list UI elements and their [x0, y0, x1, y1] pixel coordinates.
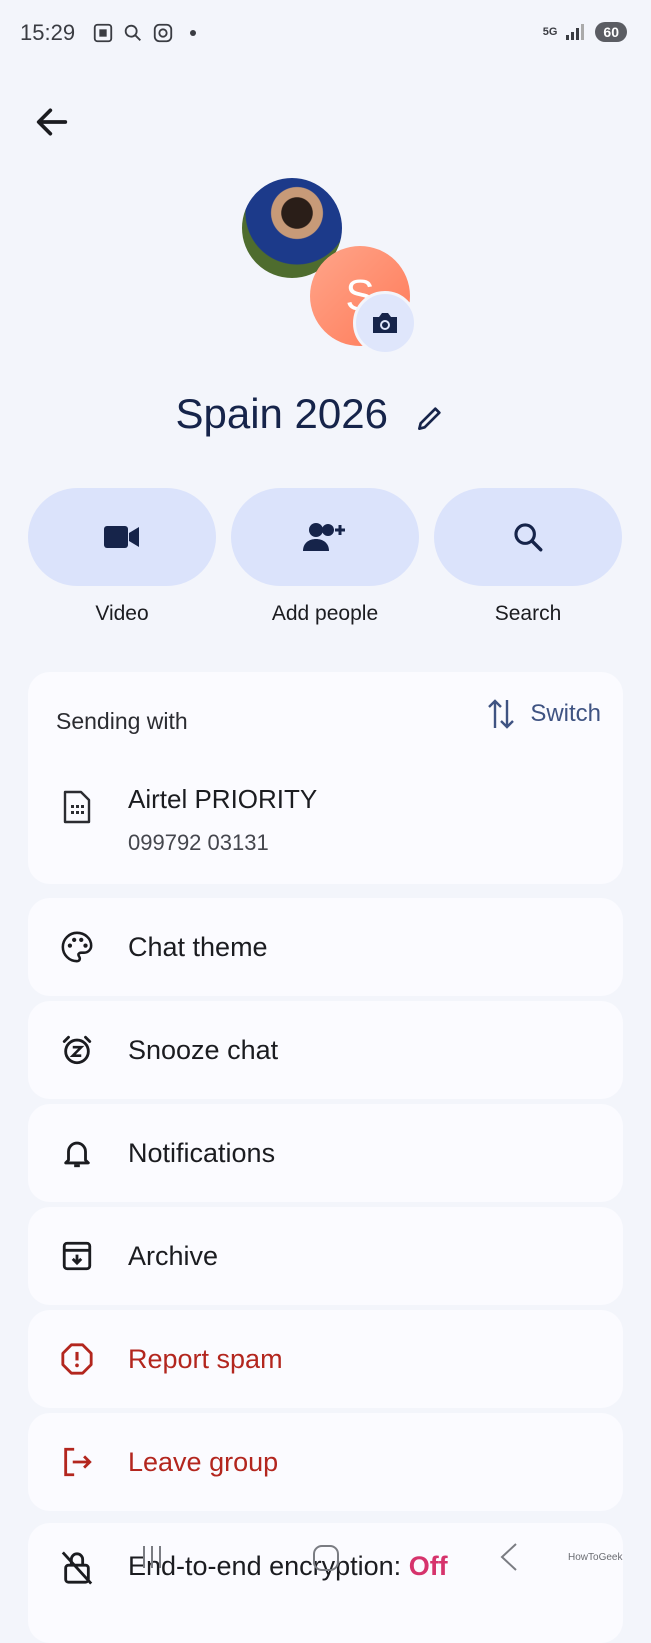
sim-card-icon-wrap: [60, 790, 94, 824]
add-people-label: Add people: [271, 602, 379, 625]
leave-icon: [64, 1447, 92, 1477]
video-button[interactable]: [28, 488, 216, 586]
status-time: 15:29: [20, 20, 76, 45]
add-people-button[interactable]: [231, 488, 419, 586]
system-nav-bar: HowToGeek: [0, 1540, 651, 1600]
group-name: Spain 2026: [175, 390, 388, 437]
carrier-name: Airtel PRIORITY: [128, 784, 318, 814]
snooze-chat-label: Snooze chat: [128, 1035, 279, 1065]
signal-icon: [566, 24, 585, 40]
menu-item-report-spam[interactable]: Report spam: [28, 1310, 623, 1408]
menu-item-leave-group[interactable]: Leave group: [28, 1413, 623, 1511]
palette-icon-wrap: [60, 930, 94, 964]
battery-indicator: 60: [595, 22, 627, 42]
back-arrow-icon[interactable]: [32, 102, 72, 142]
archive-icon: [62, 1241, 92, 1271]
switch-label: Switch: [530, 700, 601, 727]
menu-item-archive[interactable]: Archive: [28, 1207, 623, 1305]
report-icon: [61, 1343, 93, 1375]
sending-with-title: Sending with: [56, 708, 188, 734]
leave-icon-wrap: [60, 1445, 94, 1479]
status-system-icons: 5G 60: [543, 22, 627, 42]
change-photo-button[interactable]: [353, 291, 417, 355]
snooze-alarm-icon: [62, 1035, 92, 1065]
bell-icon: [64, 1141, 90, 1168]
camera-icon: [373, 313, 397, 333]
instagram-icon: [153, 23, 173, 43]
report-spam-label: Report spam: [128, 1344, 283, 1374]
chat-theme-label: Chat theme: [128, 932, 268, 962]
dot-icon: [190, 30, 196, 36]
archive-label: Archive: [128, 1241, 219, 1271]
watermark: HowToGeek: [568, 1552, 623, 1563]
search-label: Search: [494, 602, 562, 625]
palette-icon: [61, 931, 93, 963]
bell-icon-wrap: [60, 1136, 94, 1170]
snooze-icon-wrap: [60, 1033, 94, 1067]
recent-apps-icon[interactable]: [140, 1544, 164, 1570]
phone-number: 099792 03131: [128, 830, 269, 855]
notifications-label: Notifications: [128, 1138, 276, 1168]
sparkle-search-icon: [124, 24, 141, 41]
sending-with-card: Sending with Switch Airtel PRIORITY 0997…: [28, 672, 623, 884]
menu-item-notifications[interactable]: Notifications: [28, 1104, 623, 1202]
menu-item-chat-theme[interactable]: Chat theme: [28, 898, 623, 996]
home-icon[interactable]: [312, 1544, 340, 1572]
sim-card-icon: [63, 790, 91, 824]
leave-group-label: Leave group: [128, 1447, 279, 1477]
add-people-icon: [303, 523, 345, 551]
video-icon: [104, 526, 139, 548]
screenshot-icon: [93, 23, 113, 43]
menu-item-snooze-chat[interactable]: Snooze chat: [28, 1001, 623, 1099]
network-type: 5G: [542, 26, 558, 38]
swap-vertical-icon: [488, 699, 515, 729]
status-notification-icons: [92, 22, 196, 44]
archive-icon-wrap: [60, 1239, 94, 1273]
video-label: Video: [95, 602, 149, 625]
report-icon-wrap: [60, 1342, 94, 1376]
switch-sim-button[interactable]: Switch: [486, 696, 601, 732]
search-button[interactable]: [434, 488, 622, 586]
nav-back-icon[interactable]: [498, 1542, 520, 1572]
edit-pencil-icon[interactable]: [414, 402, 446, 434]
search-icon: [514, 523, 543, 552]
